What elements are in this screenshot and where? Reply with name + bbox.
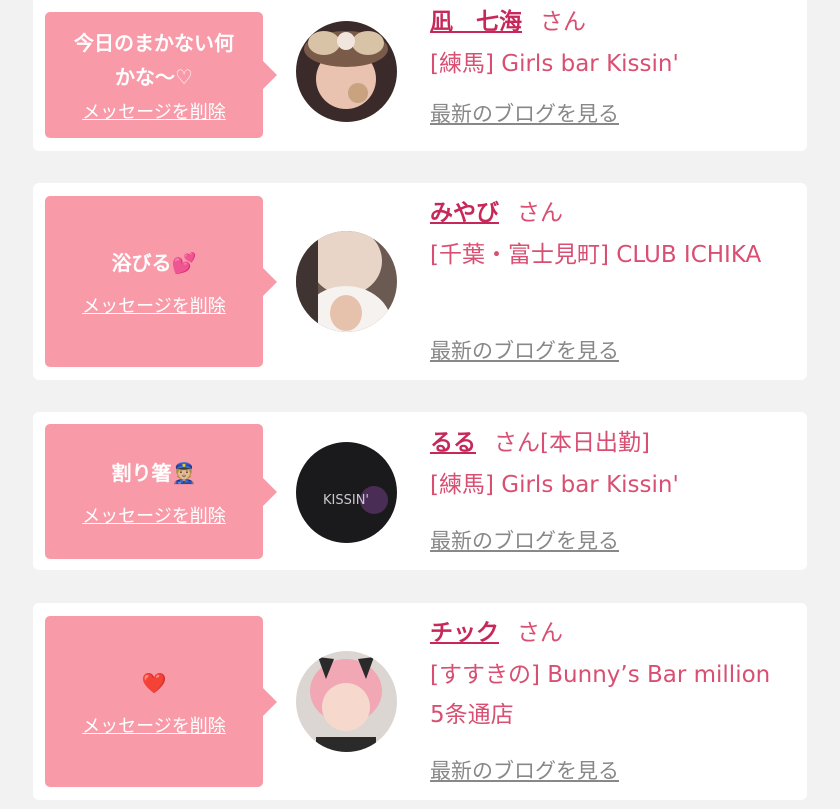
message-card: ❤️ メッセージを削除 チック さん [すすきの] Bunny’s Bar mil…: [33, 603, 807, 800]
avatar[interactable]: KISSIN': [296, 442, 397, 543]
avatar[interactable]: [296, 21, 397, 122]
name-line: 凪 七海 さん: [430, 6, 790, 38]
cast-info: るる さん[本日出勤] [練馬] Girls bar Kissin' 最新のブログ…: [430, 427, 790, 553]
delete-message-link[interactable]: メッセージを削除: [82, 502, 226, 528]
message-text: ❤️: [141, 670, 167, 695]
delete-message-link[interactable]: メッセージを削除: [82, 712, 226, 738]
latest-blog-link[interactable]: 最新のブログを見る: [430, 98, 619, 128]
cast-name-link[interactable]: 凪 七海: [430, 9, 522, 35]
message-text: 今日のまかない何 かな〜♡: [74, 31, 234, 89]
avatar[interactable]: [296, 651, 397, 752]
avatar-logo-text: KISSIN': [323, 493, 369, 508]
latest-blog-link[interactable]: 最新のブログを見る: [430, 335, 619, 365]
message-bubble: 浴びる💕 メッセージを削除: [45, 196, 277, 367]
name-line: るる さん[本日出勤]: [430, 427, 790, 459]
shop-name: [すすきの] Bunny’s Bar million 5条通店: [430, 662, 771, 728]
honorific: さん[本日出勤]: [494, 430, 650, 456]
shop-name: [千葉・富士見町] CLUB ICHIKA: [430, 242, 762, 268]
message-card: 浴びる💕 メッセージを削除 みやび さん [千葉・富士見町] CLUB ICHIK…: [33, 183, 807, 380]
message-bubble: ❤️ メッセージを削除: [45, 616, 277, 787]
message-bubble: 割り箸👮🏼 メッセージを削除: [45, 424, 277, 559]
name-line: チック さん: [430, 617, 790, 649]
latest-blog-link[interactable]: 最新のブログを見る: [430, 525, 619, 555]
cast-name-link[interactable]: チック: [430, 620, 499, 646]
message-card: 割り箸👮🏼 メッセージを削除 KISSIN' るる さん[本日出勤] [練馬] G…: [33, 412, 807, 570]
cast-info: チック さん [すすきの] Bunny’s Bar million 5条通店 最新…: [430, 617, 790, 783]
shop-name: [練馬] Girls bar Kissin': [430, 472, 679, 498]
shop-name: [練馬] Girls bar Kissin': [430, 51, 679, 77]
avatar[interactable]: [296, 231, 397, 332]
cast-info: 凪 七海 さん [練馬] Girls bar Kissin' 最新のブログを見る: [430, 6, 790, 126]
message-bubble: 今日のまかない何 かな〜♡ メッセージを削除: [45, 12, 277, 138]
honorific: さん: [517, 200, 563, 226]
cast-name-link[interactable]: みやび: [430, 200, 499, 226]
latest-blog-link[interactable]: 最新のブログを見る: [430, 755, 619, 785]
cast-name-link[interactable]: るる: [430, 430, 476, 456]
message-text: 浴びる💕: [111, 250, 197, 275]
honorific: さん: [517, 620, 563, 646]
delete-message-link[interactable]: メッセージを削除: [82, 292, 226, 318]
delete-message-link[interactable]: メッセージを削除: [82, 98, 226, 124]
name-line: みやび さん: [430, 197, 790, 229]
cast-info: みやび さん [千葉・富士見町] CLUB ICHIKA 最新のブログを見る: [430, 197, 790, 363]
message-card: 今日のまかない何 かな〜♡ メッセージを削除 凪 七海 さん [練馬] Girls…: [33, 0, 807, 151]
honorific: さん: [540, 9, 586, 35]
message-text: 割り箸👮🏼: [111, 460, 197, 485]
